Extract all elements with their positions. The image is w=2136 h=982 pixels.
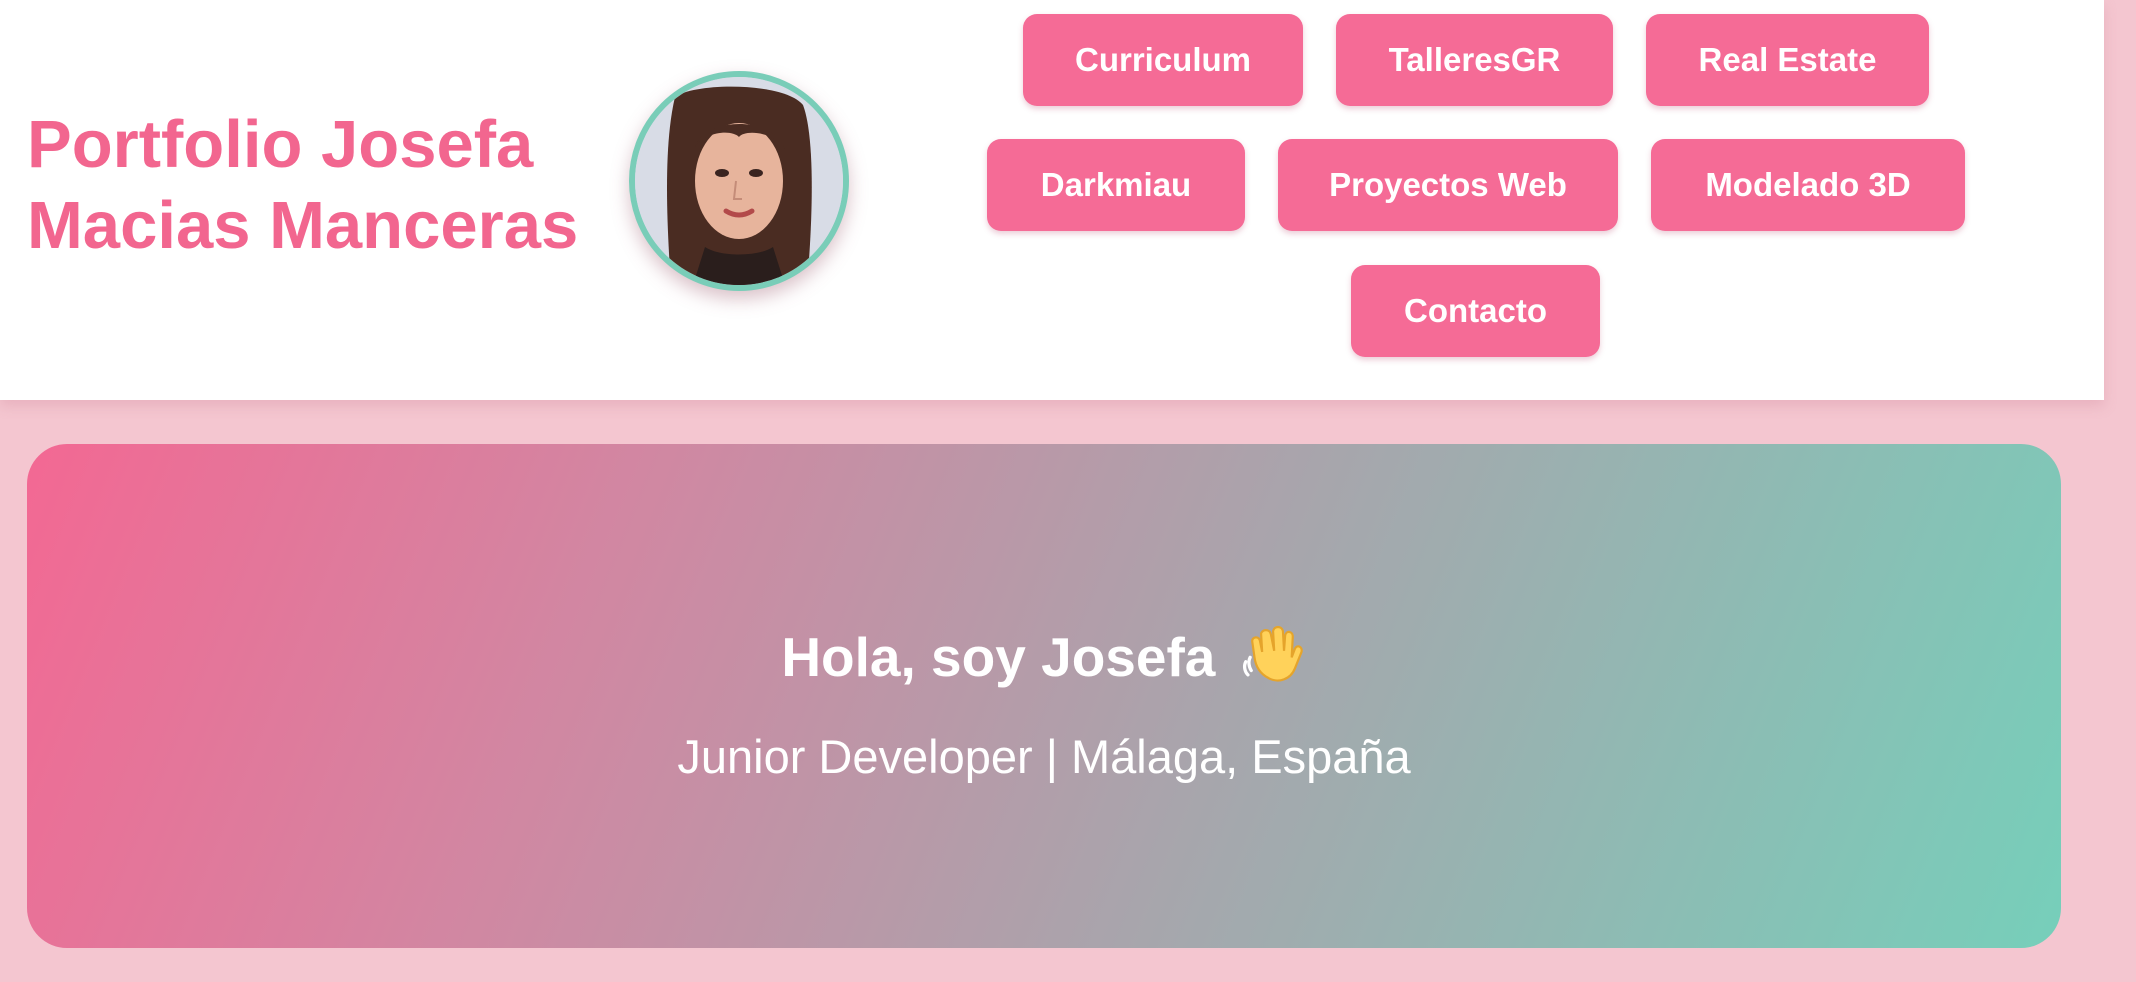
hero-greeting: Hola, soy Josefa — [27, 618, 2061, 692]
nav-button-curriculum[interactable]: Curriculum — [1023, 14, 1303, 106]
site-header: Portfolio Josefa Macias Manceras Curricu… — [0, 0, 2104, 400]
waving-hand-icon — [1242, 625, 1303, 682]
main-nav: Curriculum TalleresGR Real Estate Darkmi… — [0, 0, 2104, 400]
nav-button-contacto[interactable]: Contacto — [1351, 265, 1600, 357]
hero-banner: Hola, soy Josefa Junior Developer | Mála… — [27, 444, 2061, 948]
nav-button-darkmiau[interactable]: Darkmiau — [987, 139, 1245, 231]
hero-greeting-text: Hola, soy Josefa — [781, 626, 1216, 688]
nav-button-proyectos-web[interactable]: Proyectos Web — [1278, 139, 1618, 231]
hero-subtitle: Junior Developer | Málaga, España — [677, 730, 1411, 783]
nav-button-modelado-3d[interactable]: Modelado 3D — [1651, 139, 1965, 231]
nav-button-talleresgr[interactable]: TalleresGR — [1336, 14, 1613, 106]
nav-button-real-estate[interactable]: Real Estate — [1646, 14, 1929, 106]
